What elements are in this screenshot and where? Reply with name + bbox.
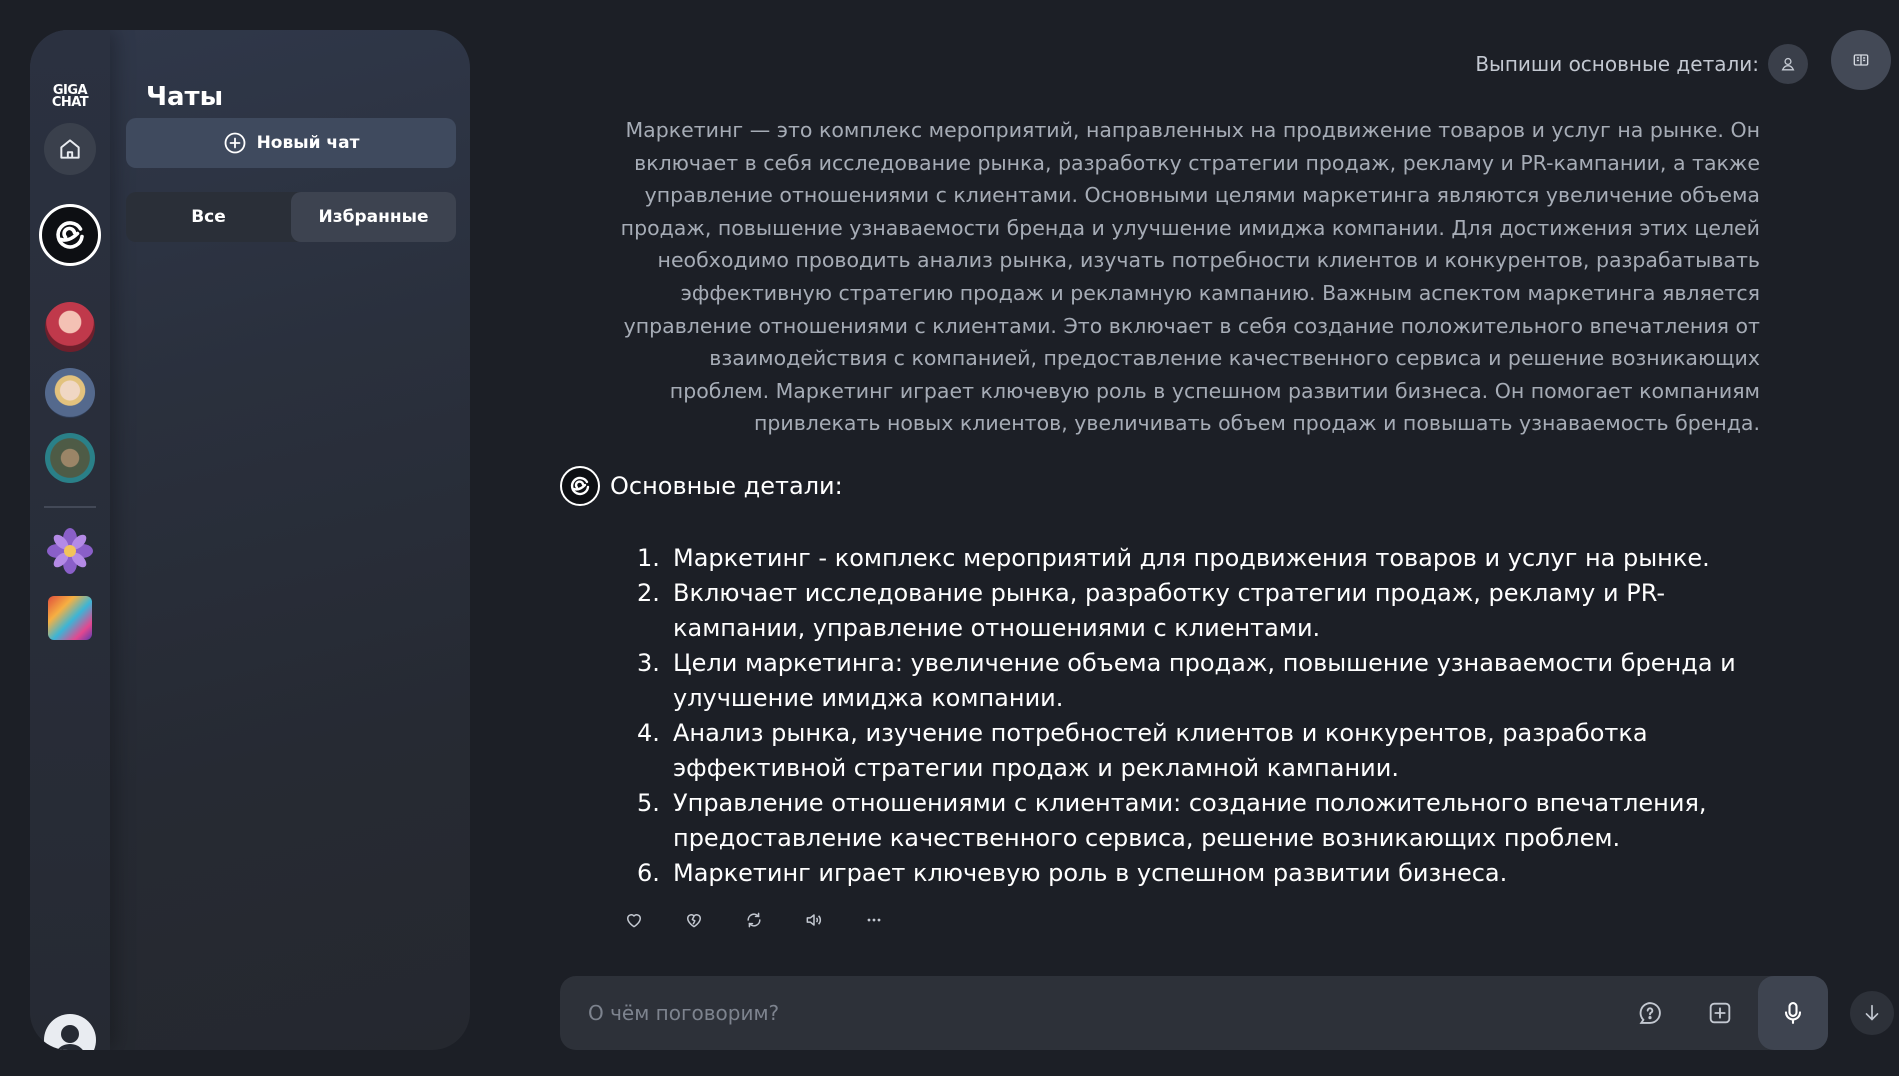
dislike-button[interactable] bbox=[682, 908, 706, 932]
assistant-avatar bbox=[560, 466, 600, 506]
answer-item-number: 4. bbox=[637, 719, 660, 747]
message-composer bbox=[560, 976, 1828, 1050]
answer-item-number: 3. bbox=[637, 649, 660, 677]
logo-line-2: CHAT bbox=[51, 95, 89, 110]
gigachat-logo[interactable]: GIGA CHAT bbox=[46, 84, 94, 110]
read-aloud-button[interactable] bbox=[802, 908, 826, 932]
answer-item: 4. Анализ рынка, изучение потребностей кл… bbox=[637, 716, 1767, 786]
user-icon bbox=[1781, 57, 1795, 71]
voice-input-button[interactable] bbox=[1758, 976, 1828, 1050]
question-bubble-icon bbox=[1639, 1002, 1661, 1024]
answer-item: 3. Цели маркетинга: увеличение объема про… bbox=[637, 646, 1767, 716]
lotus-flower-icon bbox=[47, 528, 93, 574]
attach-button[interactable] bbox=[1700, 993, 1740, 1033]
colorful-art-avatar[interactable] bbox=[48, 596, 92, 640]
speaker-icon bbox=[806, 914, 822, 926]
answer-item-number: 2. bbox=[637, 579, 660, 607]
scroll-to-bottom-button[interactable] bbox=[1850, 991, 1894, 1035]
arrow-down-icon bbox=[1865, 1004, 1879, 1021]
like-button[interactable] bbox=[622, 908, 646, 932]
answer-item-text: Включает исследование рынка, разработку … bbox=[673, 579, 1666, 642]
more-dots-icon bbox=[867, 918, 881, 922]
plus-circle-icon bbox=[224, 132, 245, 154]
assistant-message-header: Основные детали: bbox=[560, 466, 843, 506]
gigachat-assistant-button[interactable] bbox=[39, 204, 101, 266]
refresh-icon bbox=[747, 912, 761, 928]
tab-all[interactable]: Все bbox=[126, 192, 291, 242]
answer-item-number: 5. bbox=[637, 789, 660, 817]
answer-item-text: Маркетинг - комплекс мероприятий для про… bbox=[673, 544, 1710, 572]
home-icon bbox=[60, 139, 80, 159]
chat-list-toggle-button[interactable] bbox=[1831, 30, 1891, 90]
user-profile-icon bbox=[44, 1014, 96, 1050]
more-options-button[interactable] bbox=[862, 908, 886, 932]
answer-item: 2. Включает исследование рынка, разработк… bbox=[637, 576, 1767, 646]
character-avatar-red-hair[interactable] bbox=[45, 302, 95, 352]
answer-item-number: 1. bbox=[637, 544, 660, 572]
panel-icon bbox=[1853, 54, 1869, 66]
help-button[interactable] bbox=[1630, 993, 1670, 1033]
profile-button[interactable] bbox=[44, 1014, 96, 1050]
character-avatar-glasses[interactable] bbox=[45, 368, 95, 418]
home-button[interactable] bbox=[44, 123, 96, 175]
heart-icon bbox=[627, 914, 641, 928]
user-message: Маркетинг — это комплекс мероприятий, на… bbox=[620, 118, 1760, 436]
user-prompt-text: Выпиши основные детали: bbox=[1475, 52, 1759, 76]
character-avatar-cat[interactable] bbox=[45, 433, 95, 483]
plus-square-icon bbox=[1709, 1002, 1731, 1024]
answer-item: 1. Маркетинг - комплекс мероприятий для п… bbox=[637, 541, 1767, 576]
microphone-icon bbox=[1784, 1002, 1802, 1024]
answer-title: Основные детали: bbox=[610, 472, 843, 500]
user-message-avatar bbox=[1768, 44, 1808, 84]
tab-favorites[interactable]: Избранные bbox=[291, 192, 456, 242]
answer-item: 5. Управление отношениями с клиентами: со… bbox=[637, 786, 1767, 856]
gigachat-swirl-icon bbox=[56, 221, 84, 249]
answer-item-text: Цели маркетинга: увеличение объема прода… bbox=[673, 649, 1736, 712]
answer-item-number: 6. bbox=[637, 859, 660, 887]
message-actions bbox=[622, 908, 886, 932]
panel-title: Чаты bbox=[146, 82, 224, 112]
answer-list: 1. Маркетинг - комплекс мероприятий для п… bbox=[637, 541, 1767, 891]
sidebar-panel: GIGA CHAT Чаты Новый чат Все Избранные bbox=[30, 30, 470, 1050]
answer-item-text: Маркетинг играет ключевую роль в успешно… bbox=[673, 859, 1508, 887]
answer-item-text: Управление отношениями с клиентами: созд… bbox=[673, 789, 1707, 852]
new-chat-button[interactable]: Новый чат bbox=[126, 118, 456, 168]
answer-item-text: Анализ рынка, изучение потребностей клие… bbox=[673, 719, 1648, 782]
gigachat-swirl-icon bbox=[570, 476, 590, 496]
chat-filter-tabs: Все Избранные bbox=[126, 192, 456, 242]
new-chat-label: Новый чат bbox=[256, 133, 360, 153]
regenerate-button[interactable] bbox=[742, 908, 766, 932]
broken-heart-icon bbox=[687, 914, 701, 928]
flower-avatar[interactable] bbox=[46, 527, 94, 575]
answer-item: 6. Маркетинг играет ключевую роль в успеш… bbox=[637, 856, 1767, 891]
message-input[interactable] bbox=[588, 976, 1588, 1050]
rail-divider bbox=[44, 506, 96, 508]
